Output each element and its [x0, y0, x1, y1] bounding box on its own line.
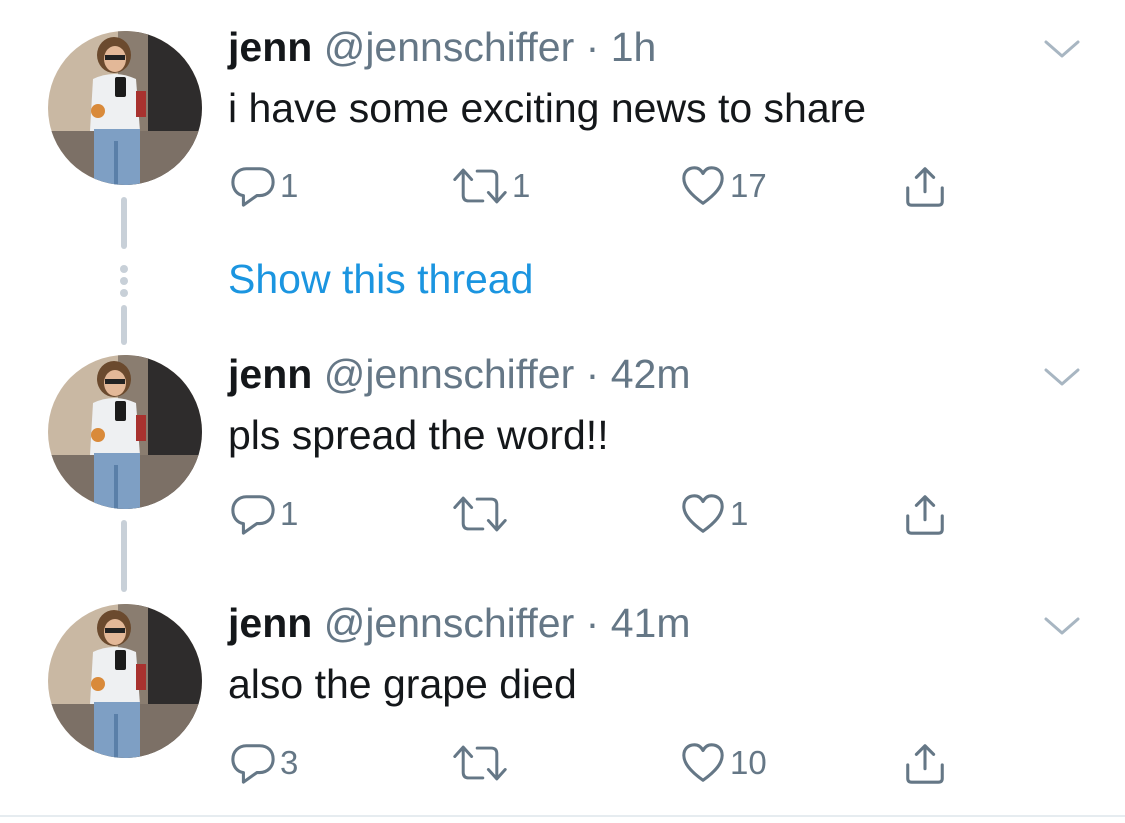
display-name[interactable]: jenn [228, 24, 312, 70]
tweet-header: jenn @jennschiffer · 1h [228, 23, 656, 71]
heart-icon [680, 740, 726, 786]
like-count: 17 [730, 167, 767, 204]
tweet-text: also the grape died [228, 661, 577, 707]
tweet-text: pls spread the word!! [228, 412, 609, 458]
chevron-down-icon[interactable] [1042, 37, 1082, 61]
timestamp[interactable]: 1h [611, 24, 657, 70]
reply-count: 1 [280, 495, 299, 532]
reply-icon [230, 740, 276, 786]
heart-icon [680, 163, 726, 209]
display-name[interactable]: jenn [228, 600, 312, 646]
separator: · [585, 600, 600, 646]
retweet-button[interactable]: 1 [452, 163, 530, 209]
reply-button[interactable]: 1 [230, 163, 298, 209]
reply-icon [230, 163, 276, 209]
chevron-down-icon[interactable] [1042, 614, 1082, 638]
share-button[interactable] [902, 491, 948, 537]
share-icon [902, 163, 948, 209]
handle[interactable]: @jennschiffer [324, 600, 575, 646]
divider [0, 815, 1125, 817]
share-button[interactable] [902, 740, 948, 786]
reply-button[interactable]: 1 [230, 491, 298, 537]
display-name[interactable]: jenn [228, 351, 312, 397]
thread-connector-line [121, 197, 127, 249]
thread-ellipsis-dot [120, 265, 128, 273]
retweet-button[interactable] [452, 740, 512, 786]
avatar[interactable] [48, 604, 202, 758]
thread-connector-line [121, 305, 127, 345]
timestamp[interactable]: 41m [611, 600, 691, 646]
handle[interactable]: @jennschiffer [324, 351, 575, 397]
separator: · [585, 24, 600, 70]
separator: · [585, 351, 600, 397]
reply-button[interactable]: 3 [230, 740, 298, 786]
timestamp[interactable]: 42m [611, 351, 691, 397]
thread-ellipsis-dot [120, 277, 128, 285]
retweet-count: 1 [512, 167, 531, 204]
like-count: 1 [730, 495, 749, 532]
show-thread-link[interactable]: Show this thread [228, 253, 533, 305]
thread-ellipsis-dot [120, 289, 128, 297]
retweet-icon [452, 163, 508, 209]
like-button[interactable]: 1 [680, 491, 748, 537]
avatar[interactable] [48, 355, 202, 509]
tweet-header: jenn @jennschiffer · 42m [228, 350, 690, 398]
reply-count: 1 [280, 167, 299, 204]
handle[interactable]: @jennschiffer [324, 24, 575, 70]
retweet-icon [452, 491, 508, 537]
like-button[interactable]: 17 [680, 163, 767, 209]
like-count: 10 [730, 744, 767, 781]
retweet-button[interactable] [452, 491, 512, 537]
thread-connector-line [121, 520, 127, 592]
tweet-header: jenn @jennschiffer · 41m [228, 599, 690, 647]
share-icon [902, 491, 948, 537]
like-button[interactable]: 10 [680, 740, 767, 786]
avatar[interactable] [48, 31, 202, 185]
chevron-down-icon[interactable] [1042, 365, 1082, 389]
heart-icon [680, 491, 726, 537]
reply-count: 3 [280, 744, 299, 781]
share-button[interactable] [902, 163, 948, 209]
share-icon [902, 740, 948, 786]
reply-icon [230, 491, 276, 537]
retweet-icon [452, 740, 508, 786]
tweet-text: i have some exciting news to share [228, 85, 867, 131]
